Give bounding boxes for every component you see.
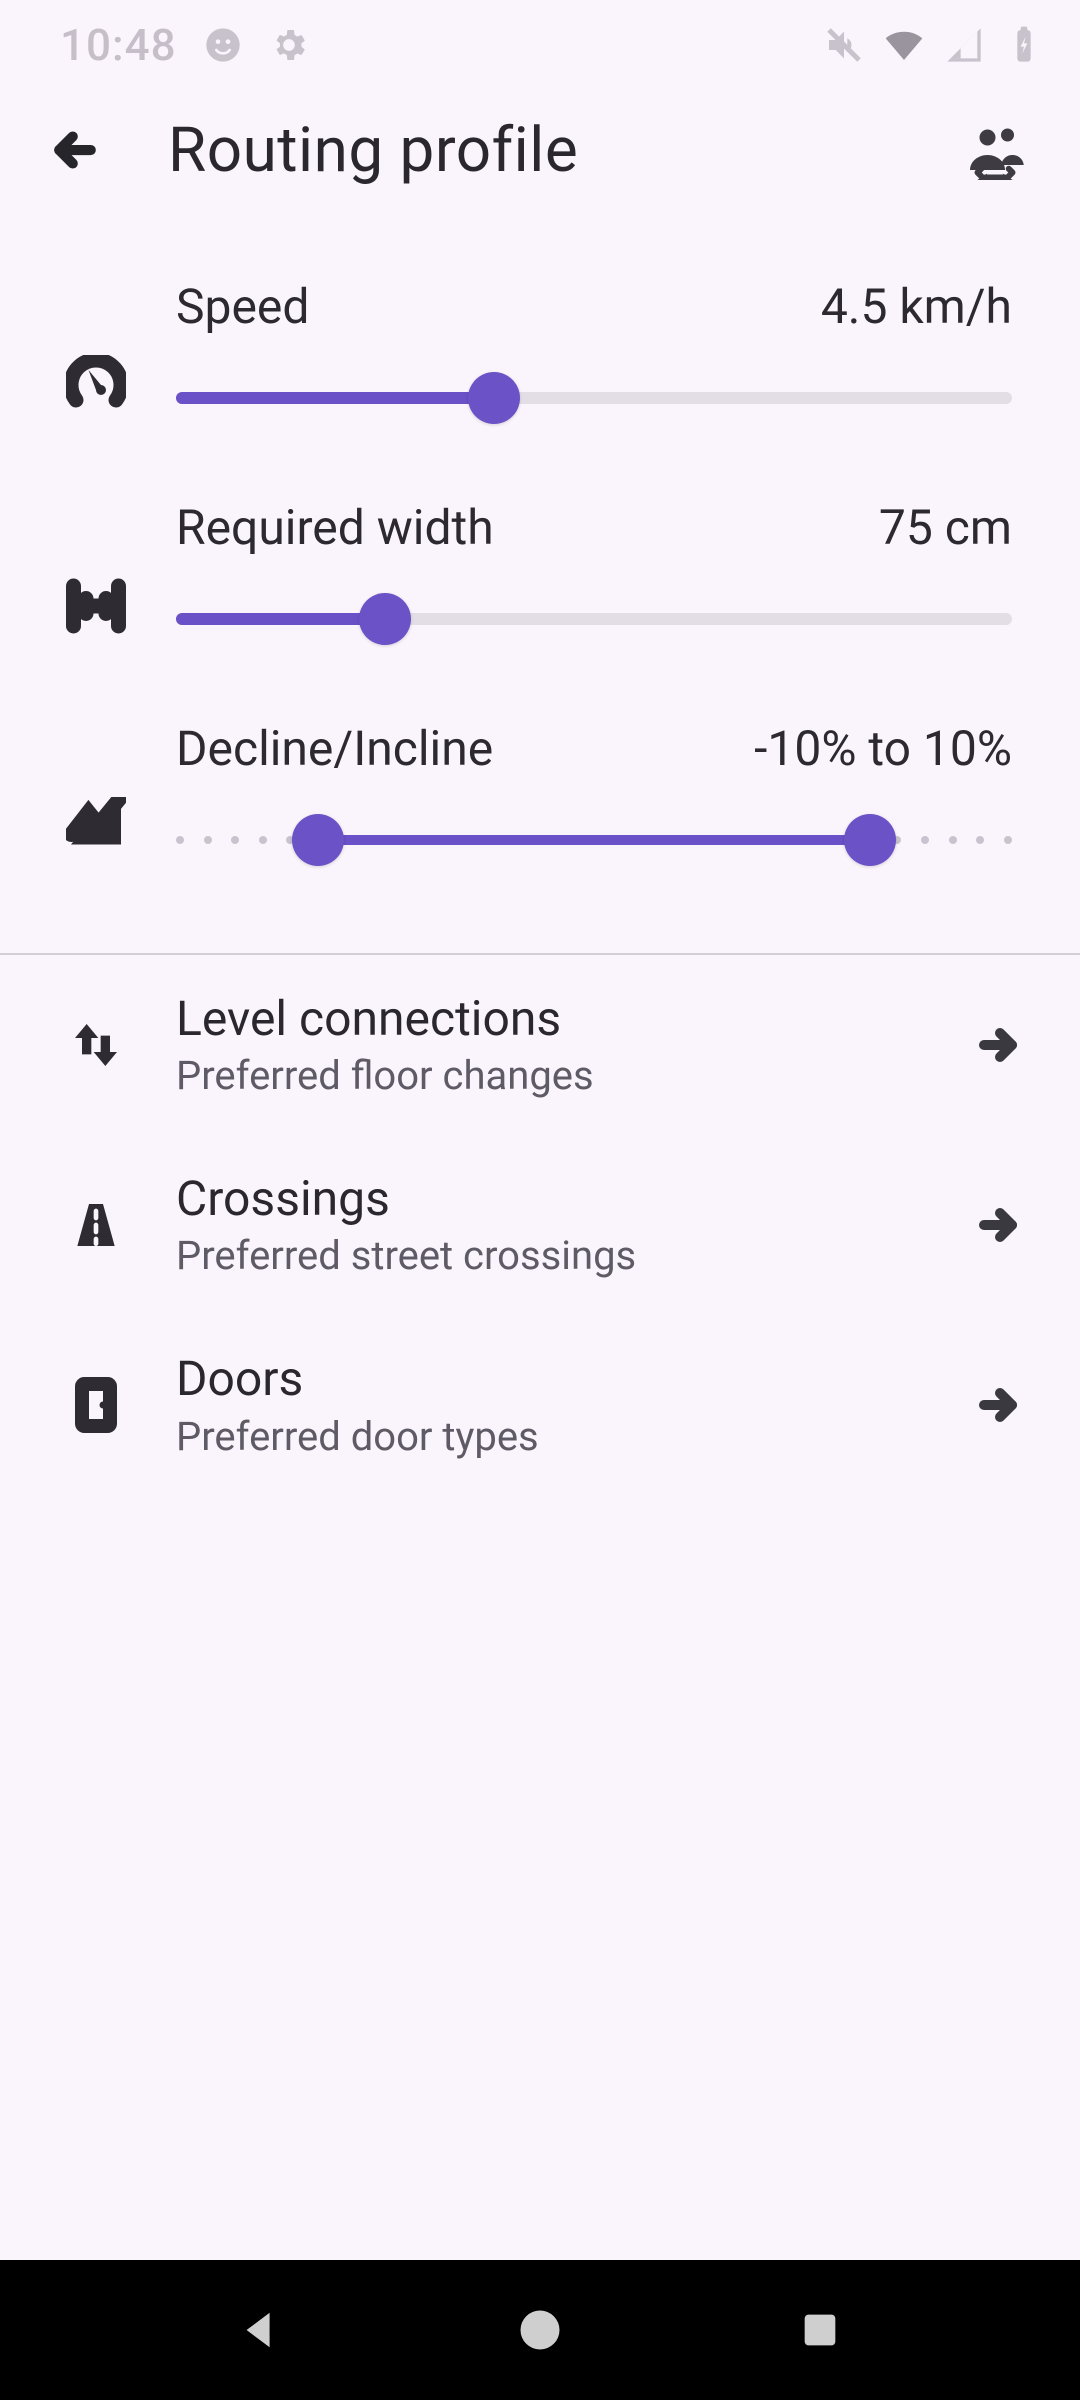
mute-icon [824, 25, 864, 65]
back-button[interactable] [30, 105, 120, 195]
doors-sub: Preferred door types [176, 1413, 966, 1460]
level-connections-row[interactable]: Level connections Preferred floor change… [0, 955, 1080, 1135]
chevron-right-icon [966, 1381, 1030, 1429]
wifi-icon [884, 25, 924, 65]
nav-back-button[interactable] [230, 2300, 290, 2360]
signal-icon [944, 25, 984, 65]
incline-slider[interactable] [176, 795, 1012, 885]
share-profile-button[interactable] [950, 105, 1040, 195]
crossings-row[interactable]: Crossings Preferred street crossings [0, 1135, 1080, 1315]
doors-title: Doors [176, 1351, 966, 1406]
speed-value: 4.5 km/h [821, 278, 1012, 335]
incline-value: -10% to 10% [754, 720, 1012, 777]
speed-label: Speed [176, 278, 309, 335]
chevron-right-icon [966, 1201, 1030, 1249]
status-time: 10:48 [60, 19, 177, 71]
incline-row: Decline/Incline -10% to 10% [0, 692, 1080, 913]
speed-slider[interactable] [176, 353, 1012, 443]
face-icon [203, 25, 243, 65]
width-label: Required width [176, 499, 494, 556]
system-nav-bar [0, 2260, 1080, 2400]
nav-home-button[interactable] [510, 2300, 570, 2360]
door-icon [60, 1377, 132, 1433]
nav-recents-button[interactable] [790, 2300, 850, 2360]
width-icon [60, 576, 132, 636]
width-value: 75 cm [879, 499, 1012, 556]
crossings-title: Crossings [176, 1171, 966, 1226]
crossings-sub: Preferred street crossings [176, 1232, 966, 1279]
gear-icon [269, 25, 309, 65]
width-slider[interactable] [176, 574, 1012, 664]
incline-label: Decline/Incline [176, 720, 493, 777]
width-row: Required width 75 cm [0, 471, 1080, 692]
level-change-icon [60, 1017, 132, 1073]
status-bar: 10:48 [0, 0, 1080, 90]
road-icon [60, 1197, 132, 1253]
speed-row: Speed 4.5 km/h [0, 250, 1080, 471]
chevron-right-icon [966, 1021, 1030, 1069]
battery-charging-icon [1004, 25, 1044, 65]
doors-row[interactable]: Doors Preferred door types [0, 1315, 1080, 1495]
level-connections-sub: Preferred floor changes [176, 1052, 966, 1099]
incline-icon [60, 797, 132, 857]
speedometer-icon [60, 355, 132, 415]
settings-content: Speed 4.5 km/h Required width 75 cm [0, 210, 1080, 1496]
app-bar: Routing profile [0, 90, 1080, 210]
page-title: Routing profile [168, 114, 950, 187]
level-connections-title: Level connections [176, 991, 966, 1046]
